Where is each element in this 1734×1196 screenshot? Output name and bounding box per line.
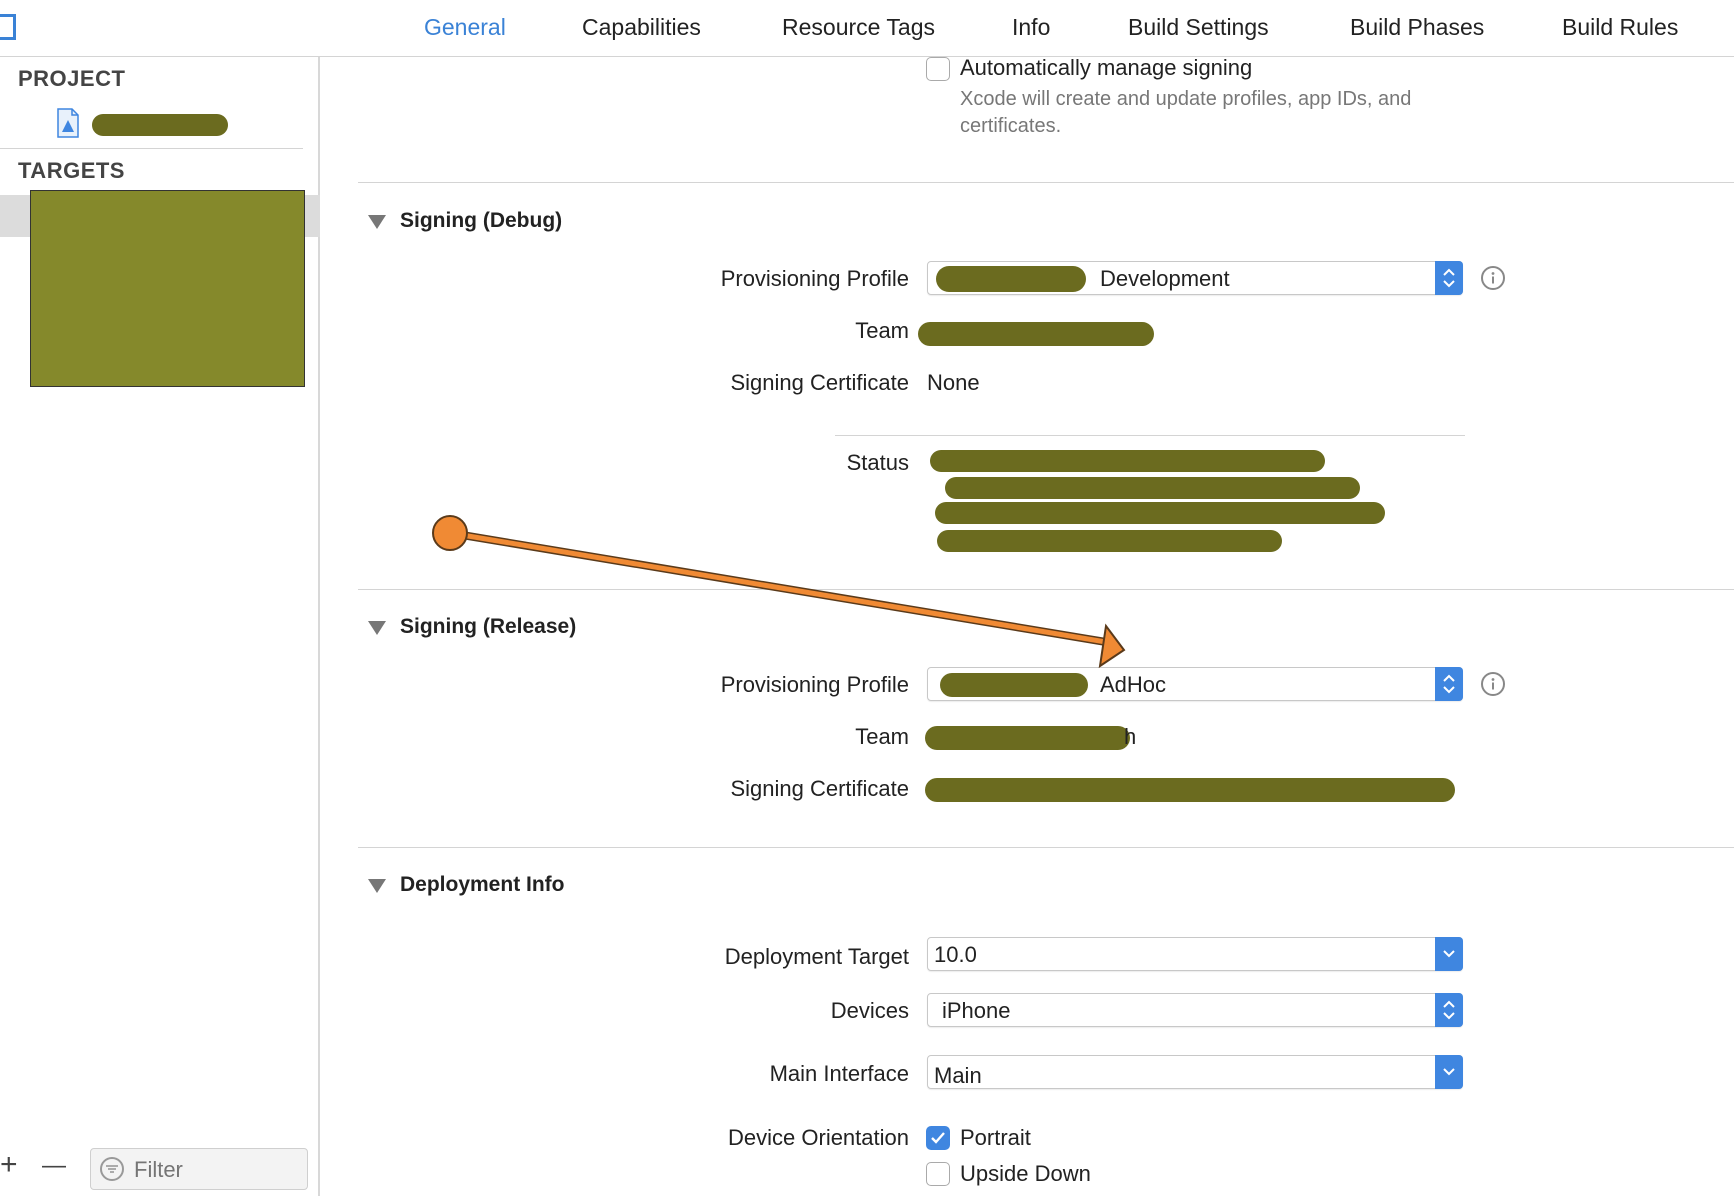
auto-manage-signing-help: Xcode will create and update profiles, a… (960, 88, 1412, 137)
disclosure-triangle-icon[interactable] (368, 879, 386, 893)
disclosure-triangle-icon[interactable] (368, 621, 386, 635)
chevron-down-icon (1435, 937, 1463, 971)
deployment-info-title: Deployment Info (400, 873, 565, 896)
signing-debug-title: Signing (Debug) (400, 209, 563, 232)
main-interface-label: Main Interface (769, 1061, 909, 1086)
redacted-project-name[interactable] (92, 114, 228, 136)
debug-provisioning-profile-popup[interactable]: Development (927, 261, 1463, 295)
disclosure-triangle-icon[interactable] (368, 215, 386, 229)
release-provisioning-profile-label: Provisioning Profile (720, 672, 909, 697)
remove-target-button[interactable]: — (42, 1152, 66, 1180)
tab-resource-tags[interactable]: Resource Tags (782, 14, 935, 41)
targets-header: TARGETS (18, 158, 125, 183)
filter-icon (100, 1157, 124, 1181)
redacted-status-line (937, 530, 1282, 552)
release-provisioning-profile-value: AdHoc (1100, 672, 1167, 697)
status-divider (835, 435, 1465, 436)
redacted-release-certificate (925, 778, 1455, 802)
release-profile-info-icon[interactable] (1481, 672, 1505, 696)
debug-signing-certificate-value: None (927, 370, 980, 395)
release-team-suffix: h (1124, 724, 1137, 749)
sidebar-divider (0, 148, 303, 149)
main-interface-combo[interactable]: Main (927, 1055, 1463, 1089)
deployment-target-label: Deployment Target (724, 944, 909, 969)
popup-stepper-icon (1435, 667, 1463, 701)
release-provisioning-profile-popup[interactable]: AdHoc (927, 667, 1463, 701)
signing-release-title: Signing (Release) (400, 615, 577, 638)
tab-build-settings[interactable]: Build Settings (1128, 14, 1269, 41)
chevron-down-icon (1435, 1055, 1463, 1089)
section-divider (358, 182, 1734, 183)
section-divider (358, 847, 1734, 848)
section-divider (358, 589, 1734, 590)
tab-build-phases[interactable]: Build Phases (1350, 14, 1484, 41)
redacted-profile-name (940, 673, 1088, 697)
redacted-debug-team (918, 322, 1154, 346)
portrait-checkbox[interactable] (926, 1126, 950, 1150)
main-interface-value: Main (934, 1063, 982, 1088)
tab-general[interactable]: General (424, 14, 506, 41)
debug-team-label: Team (855, 318, 909, 343)
project-header: PROJECT (18, 66, 126, 91)
redacted-status-line (935, 502, 1385, 524)
deployment-target-value: 10.0 (934, 942, 977, 967)
deployment-target-combo[interactable]: 10.0 (927, 937, 1463, 971)
auto-manage-signing-label: Automatically manage signing (960, 55, 1253, 80)
add-target-button[interactable]: + (0, 1148, 18, 1182)
release-team-label: Team (855, 724, 909, 749)
debug-status-label: Status (846, 450, 909, 475)
device-orientation-label: Device Orientation (728, 1125, 909, 1150)
upside-down-label: Upside Down (960, 1161, 1091, 1186)
release-signing-certificate-label: Signing Certificate (730, 776, 909, 801)
debug-profile-info-icon[interactable] (1481, 266, 1505, 290)
popup-stepper-icon (1435, 261, 1463, 295)
redacted-status-line (945, 477, 1360, 499)
popup-stepper-icon (1435, 993, 1463, 1027)
devices-label: Devices (830, 998, 909, 1023)
redacted-profile-name (936, 266, 1086, 292)
project-file-icon (57, 108, 79, 138)
devices-value: iPhone (942, 998, 1011, 1023)
auto-manage-signing-checkbox[interactable] (926, 57, 950, 81)
debug-signing-certificate-label: Signing Certificate (730, 370, 909, 395)
editor-tab-bar: General Capabilities Resource Tags Info … (0, 0, 1734, 57)
portrait-label: Portrait (960, 1125, 1031, 1150)
annotation-arrow-origin (432, 515, 468, 551)
devices-popup[interactable]: iPhone (927, 993, 1463, 1027)
debug-provisioning-profile-value: Development (1100, 266, 1230, 291)
redacted-status-line (930, 450, 1325, 472)
filter-input[interactable] (132, 1156, 296, 1184)
sidebar-toggle-icon[interactable] (0, 14, 16, 40)
debug-provisioning-profile-label: Provisioning Profile (720, 266, 909, 291)
redacted-targets-list[interactable] (30, 190, 305, 387)
upside-down-checkbox[interactable] (926, 1162, 950, 1186)
tab-capabilities[interactable]: Capabilities (582, 14, 701, 41)
annotation-arrow-head (1098, 623, 1126, 669)
redacted-release-team (925, 726, 1130, 750)
tab-info[interactable]: Info (1012, 14, 1050, 41)
tab-build-rules[interactable]: Build Rules (1562, 14, 1678, 41)
